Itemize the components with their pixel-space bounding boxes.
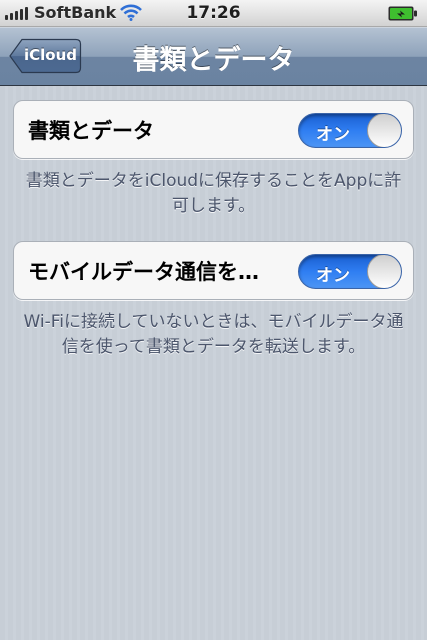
back-button-label: iCloud bbox=[24, 46, 78, 64]
settings-content: 書類とデータ オン 書類とデータをiCloudに保存することをAppに許可します… bbox=[0, 86, 427, 640]
toggle-knob bbox=[367, 255, 401, 288]
signal-icon bbox=[5, 6, 28, 20]
setting-row-documents-data: 書類とデータ オン bbox=[13, 100, 414, 159]
toggle-state-label: オン bbox=[316, 266, 350, 286]
back-button[interactable]: iCloud bbox=[8, 38, 82, 74]
documents-data-toggle[interactable]: オン bbox=[298, 113, 402, 148]
setting-label: モバイルデータ通信を… bbox=[28, 260, 259, 284]
setting-row-cellular-data: モバイルデータ通信を… オン bbox=[13, 241, 414, 300]
page-title: 書類とデータ bbox=[132, 45, 295, 76]
cellular-data-toggle[interactable]: オン bbox=[298, 254, 402, 289]
setting-footer-text: Wi-Fiに接続していないときは、モバイルデータ通信を使って書類とデータを転送し… bbox=[23, 312, 404, 357]
setting-footer-text: 書類とデータをiCloudに保存することをAppに許可します。 bbox=[25, 171, 402, 216]
battery-icon bbox=[388, 6, 418, 25]
toggle-knob bbox=[367, 114, 401, 147]
carrier-name: SoftBank bbox=[34, 3, 117, 22]
status-bar: SoftBank 17:26 bbox=[0, 0, 427, 27]
toggle-state-label: オン bbox=[316, 125, 350, 145]
wifi-icon bbox=[120, 4, 142, 25]
navigation-bar: iCloud 書類とデータ bbox=[0, 27, 427, 86]
setting-label: 書類とデータ bbox=[28, 119, 154, 143]
